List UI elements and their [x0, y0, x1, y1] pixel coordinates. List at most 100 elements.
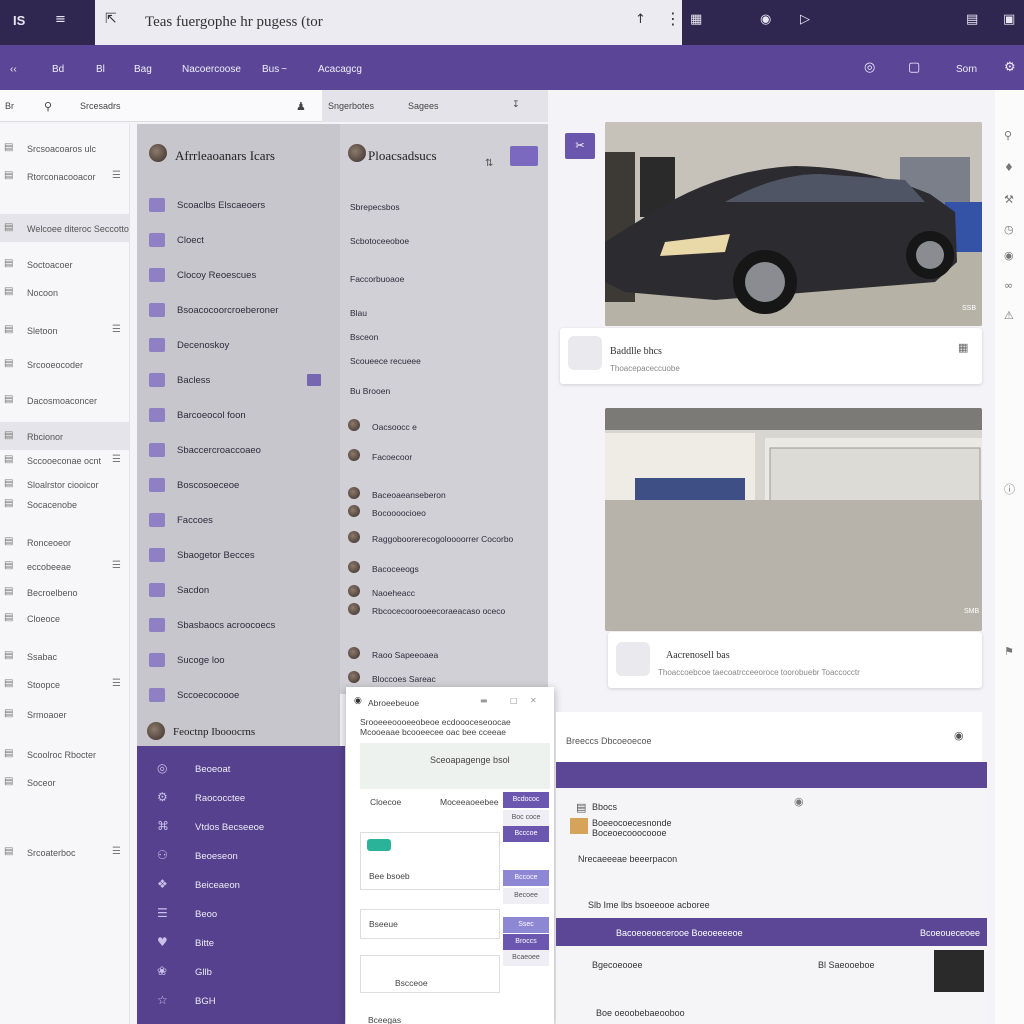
popup-search[interactable]: Sceoapagenge bsol: [430, 755, 510, 765]
popup-preview[interactable]: Sceoapagenge bsol: [360, 743, 550, 789]
toolbar-item-5[interactable]: Bus ~: [262, 64, 287, 75]
property-item[interactable]: Bsceon: [348, 332, 543, 346]
popup-option-3[interactable]: Bcaeoee: [503, 950, 549, 966]
toolbar-item-6[interactable]: Acacagcg: [318, 64, 362, 75]
sort-icon[interactable]: ⇅: [485, 159, 493, 169]
panel-footer-title[interactable]: Feoctnp Ibooocrns: [173, 726, 255, 738]
clock-icon[interactable]: ◷: [1004, 224, 1014, 235]
car-photo[interactable]: [605, 122, 982, 326]
left-list-item[interactable]: ▤ Becroelbeno: [0, 578, 130, 606]
toolbar-item-2[interactable]: Bl: [96, 64, 105, 75]
category-item[interactable]: Sccoecocoooe: [149, 688, 334, 706]
info-icon[interactable]: ⓘ: [1004, 484, 1015, 495]
category-marker[interactable]: [307, 374, 321, 386]
user-icon[interactable]: ♟: [296, 101, 306, 112]
play-icon[interactable]: ▷: [800, 13, 810, 26]
close-icon[interactable]: ✕: [530, 697, 537, 705]
category-item[interactable]: Decenoskoy: [149, 338, 334, 356]
pin-icon[interactable]: ⇱: [105, 12, 117, 26]
kebab-icon[interactable]: ⋮: [665, 11, 681, 27]
left-list-item[interactable]: ▤ Welcoee diteroc Seccotto: [0, 214, 130, 242]
detail-row-2[interactable]: Bgecoeooee: [592, 960, 643, 970]
left-list-item[interactable]: ▤ Scoolroc Rbocter: [0, 740, 130, 768]
property-item[interactable]: Rbcocecoorooeecoraeacaso oceco: [348, 603, 543, 620]
nav-item[interactable]: ⚙ Raococctee: [157, 791, 337, 809]
photo-badge[interactable]: ✂: [565, 133, 595, 159]
property-item[interactable]: Raggoboorerecogoloooorrer Cocorbo: [348, 531, 543, 548]
property-item[interactable]: Blau: [348, 308, 543, 322]
category-item[interactable]: Sucoge loo: [149, 653, 334, 671]
left-list-item[interactable]: ▤ Srcoaterboc ☰: [0, 838, 130, 866]
row-menu-icon[interactable]: ☰: [112, 679, 121, 689]
popup-input[interactable]: Bseeue: [360, 909, 500, 939]
address-bar[interactable]: ⇱ Teas fuergophe hr pugess (tor ↑ ⋮: [95, 0, 682, 45]
toolbar-item-4[interactable]: Nacoercoose: [182, 64, 241, 75]
left-list-item[interactable]: ▤ Srcsoacoaros ulc: [0, 134, 130, 162]
nav-item[interactable]: ☰ Beoo: [157, 907, 337, 925]
category-item[interactable]: Sbaogetor Becces: [149, 548, 334, 566]
toolbar-item-1[interactable]: Bd: [52, 64, 64, 75]
popup-button-3[interactable]: Bccoce: [503, 870, 549, 886]
property-item[interactable]: Oacsoocc e: [348, 419, 543, 436]
attachment-icon[interactable]: ⚠: [1004, 310, 1014, 321]
toolbar-item-3[interactable]: Bag: [134, 64, 152, 75]
category-item[interactable]: Barcoeocol foon: [149, 408, 334, 426]
left-list-item[interactable]: ▤ Ssabac: [0, 642, 130, 670]
property-item[interactable]: Faccorbuoaoe: [348, 274, 543, 288]
row-menu-icon[interactable]: ☰: [112, 561, 121, 571]
back-button[interactable]: ‹‹: [10, 64, 17, 75]
left-list-item[interactable]: ▤ Cloeoce: [0, 604, 130, 632]
left-list-item[interactable]: ▤ Rtorconacooacor ☰: [0, 162, 130, 190]
settings-icon[interactable]: ⚙: [1004, 61, 1016, 74]
picture-icon[interactable]: ▣: [1003, 13, 1015, 26]
leaf-icon[interactable]: ♦: [1004, 162, 1014, 173]
garage-photo[interactable]: [605, 408, 982, 631]
category-item[interactable]: Cloect: [149, 233, 334, 251]
map-pin-icon[interactable]: ◉: [1004, 250, 1014, 261]
left-list-item[interactable]: ▤ Srmoaoer: [0, 700, 130, 728]
bookmark-icon[interactable]: ⚑: [1004, 646, 1014, 657]
camera-icon[interactable]: ◉: [954, 730, 964, 741]
photo-card-2[interactable]: Aacrenosell bas Thoaccoebcoe taecoatrcce…: [608, 632, 982, 688]
row-menu-icon[interactable]: ☰: [112, 171, 121, 181]
nav-item[interactable]: ◎ Beoeoat: [157, 762, 337, 780]
category-item[interactable]: Boscosoeceoe: [149, 478, 334, 496]
property-item[interactable]: Bacoceeogs: [348, 561, 543, 578]
nav-item[interactable]: ⌘ Vtdos Becseeoe: [157, 820, 337, 838]
selected-row[interactable]: Bacoeoeoecerooe Boeoeeeeoe Bcoeoueceoee: [556, 918, 987, 946]
up-arrow-icon[interactable]: ↑: [635, 13, 646, 26]
property-item[interactable]: Naoeheacc: [348, 585, 543, 602]
property-item[interactable]: Bu Brooen: [348, 386, 543, 400]
add-property-button[interactable]: [510, 146, 538, 166]
popup-option-1[interactable]: Boc coce: [503, 810, 549, 826]
popup-option-2[interactable]: Becoee: [503, 888, 549, 904]
row-menu-icon[interactable]: ☰: [112, 455, 121, 465]
shield-icon[interactable]: ◉: [760, 13, 771, 26]
row-menu-icon[interactable]: ☰: [112, 325, 121, 335]
row-menu-icon[interactable]: ☰: [112, 847, 121, 857]
left-list-item[interactable]: ▤ Socacenobe: [0, 490, 130, 518]
left-list-item[interactable]: ▤ Soceor: [0, 768, 130, 796]
maximize-icon[interactable]: □: [510, 697, 518, 705]
category-item[interactable]: Scoaclbs Elscaeoers: [149, 198, 334, 216]
property-item[interactable]: Raoo Sapeeoaea: [348, 647, 543, 664]
category-item[interactable]: Faccoes: [149, 513, 334, 531]
left-list-item[interactable]: ▤ Srcooeocoder: [0, 350, 130, 378]
property-item[interactable]: Bloccoes Sareac: [348, 671, 543, 688]
left-list-item[interactable]: ▤ Nocoon: [0, 278, 130, 306]
property-item[interactable]: Scoueece recueee: [348, 356, 543, 370]
popup-button-4[interactable]: Ssec: [503, 917, 549, 933]
filter-tab-a[interactable]: Sngerbotes: [328, 101, 374, 111]
search-input[interactable]: Srcesadrs: [80, 101, 121, 111]
property-item[interactable]: Baceoaeanseberon: [348, 487, 543, 504]
category-item[interactable]: Sbasbaocs acroocoecs: [149, 618, 334, 636]
nav-item[interactable]: ♥ Bitte: [157, 936, 337, 954]
location-icon[interactable]: ◎: [864, 61, 875, 74]
category-item[interactable]: Sacdon: [149, 583, 334, 601]
left-list-item[interactable]: ▤ Sletoon ☰: [0, 316, 130, 344]
download-icon[interactable]: ↧: [512, 101, 520, 110]
category-item[interactable]: Bsoacocoorcroeberoner: [149, 303, 334, 321]
left-list-item[interactable]: ▤ eccobeeae ☰: [0, 552, 130, 580]
left-list-item[interactable]: ▤ Soctoacoer: [0, 250, 130, 278]
filter-tab-b[interactable]: Sagees: [408, 101, 439, 111]
